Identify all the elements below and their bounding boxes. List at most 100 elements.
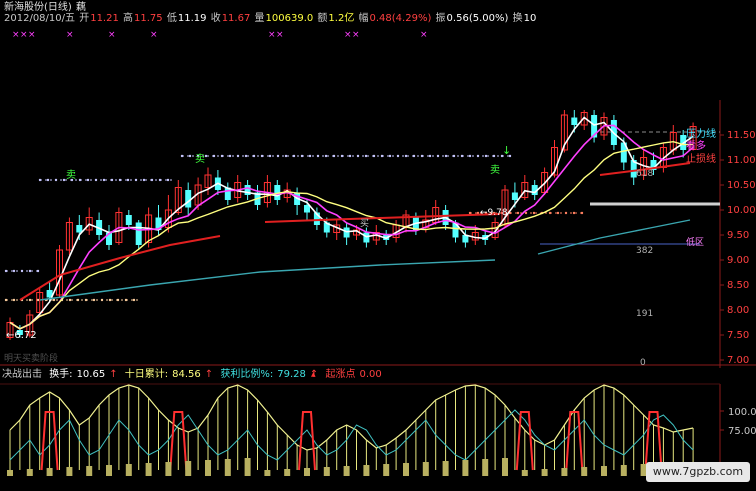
level-line-top-dot: [212, 154, 216, 158]
level-line-a-dot: [20, 269, 24, 273]
level-line-a-dot: [36, 269, 40, 273]
fib-191-label: 191: [636, 309, 653, 319]
indicator-bar: 决战出击 换手: 10.65 ↑ 十日累计: 84.56 ↑ 获利比例%: 79.28 ↑ …: [2, 369, 386, 381]
date-label: 2012/08/10/五: [4, 13, 76, 24]
level-line-b-dot: [102, 178, 106, 182]
level-line-mid-dot: [580, 211, 584, 215]
volume-bar: [422, 462, 429, 476]
profit-label: 获利比例%:: [220, 369, 274, 380]
signal-marker: ×: [352, 30, 360, 40]
level-line-b-dot: [94, 178, 98, 182]
volume-bar: [46, 468, 53, 476]
watermark: www.7gpzb.com: [646, 462, 750, 482]
level-line-b-dot: [78, 178, 82, 182]
level-line-low-dot: [84, 298, 88, 302]
level-line-top-dot: [388, 154, 392, 158]
level-line-top-dot: [252, 154, 256, 158]
volume-bar: [521, 470, 528, 476]
price-tick-label: 10.50: [727, 180, 756, 191]
level-line-top-dot: [468, 154, 472, 158]
signal-marker: ×: [268, 30, 276, 40]
level-line-top-dot: [308, 154, 312, 158]
ma-yellow-line: [9, 140, 694, 330]
signal-marker: ×: [420, 30, 428, 40]
high-label: 高: [123, 13, 134, 24]
turnover-label: 换: [512, 13, 523, 24]
level-line-top-dot: [436, 154, 440, 158]
volume-label: 量: [254, 13, 265, 24]
up-arrow-icon: ↑: [204, 369, 214, 380]
volume-value: 100639.0: [265, 13, 314, 24]
candle-body-down: [185, 190, 192, 208]
level-line-top-dot: [372, 154, 376, 158]
support-line-label: 止损线: [686, 152, 716, 165]
fib-382-label: 382: [636, 246, 653, 256]
stock-tag: 藕: [76, 2, 86, 13]
down-arrow-icon: ↓: [502, 144, 511, 157]
level-line-mid-dot: [468, 211, 472, 215]
ten-day-value: 84.56: [172, 369, 201, 380]
volume-bar: [620, 465, 627, 476]
open-label: 开: [79, 13, 90, 24]
level-line-low-dot: [132, 298, 136, 302]
volume-bar: [66, 467, 73, 476]
level-line-low-dot: [68, 298, 72, 302]
faded-label: 明天买卖阶段: [4, 352, 58, 364]
level-line-top-dot: [260, 154, 264, 158]
level-line-top-dot: [484, 154, 488, 158]
volume-bar: [403, 463, 409, 476]
signal-marker: ×: [108, 30, 116, 40]
chart-canvas[interactable]: 11.50 11.00 10.50 10.00 9.50 9.00 8.50 8.00 7.50…: [0, 0, 756, 487]
stock-chart-window: 11.50 11.00 10.50 10.00 9.50 9.00 8.50 8.00 7.50…: [0, 0, 756, 487]
volume-bar: [363, 465, 370, 476]
rally-label: 起涨点: [325, 369, 356, 380]
price-tick-label: 8.50: [727, 280, 749, 291]
level-line-b-dot: [38, 178, 42, 182]
level-line-b-dot: [126, 178, 130, 182]
volume-bar: [264, 470, 271, 476]
level-line-mid-dot: [572, 211, 576, 215]
level-line-top-dot: [340, 154, 344, 158]
volume-bar: [224, 459, 231, 476]
level-line-top-dot: [420, 154, 424, 158]
signal-marker: ×: [150, 30, 158, 40]
level-line-low-dot: [76, 298, 80, 302]
indicator-name[interactable]: 决战出击: [2, 369, 42, 380]
volume-bar: [26, 469, 33, 476]
level-line-top-dot: [444, 154, 448, 158]
mid-price-marker: ←9.78: [480, 208, 508, 218]
level-line-b-dot: [110, 178, 114, 182]
ma-teal-line: [39, 259, 496, 301]
level-line-top-dot: [300, 154, 304, 158]
up-arrow-icon: ↑: [309, 369, 319, 380]
price-tick-label: 8.00: [727, 305, 749, 316]
level-line-top-dot: [180, 154, 184, 158]
price-tick-label: 7.50: [727, 330, 749, 341]
level-line-top-dot: [244, 154, 248, 158]
bull-line-label: 看多: [686, 139, 706, 152]
level-line-top-dot: [492, 154, 496, 158]
sell-signal: 卖: [490, 164, 500, 176]
up-arrow-icon: ↑: [109, 369, 118, 380]
signal-marker: ×: [20, 30, 28, 40]
level-line-b-dot: [86, 178, 90, 182]
level-line-top-dot: [452, 154, 456, 158]
level-line-low-dot: [12, 298, 16, 302]
low-label: 低: [166, 13, 177, 24]
level-line-top-dot: [476, 154, 480, 158]
signal-marker: ×: [28, 30, 36, 40]
level-line-top-dot: [428, 154, 432, 158]
level-line-top-dot: [316, 154, 320, 158]
amplitude-label: 振: [435, 13, 446, 24]
level-line-top-dot: [404, 154, 408, 158]
level-line-top-dot: [292, 154, 296, 158]
volume-bar: [482, 459, 489, 476]
level-line-low-dot: [4, 298, 8, 302]
level-line-b-dot: [134, 178, 138, 182]
level-line-top-dot: [324, 154, 328, 158]
low-value: 11.19: [177, 13, 207, 24]
ma-white-line: [9, 116, 694, 330]
turnover-ind-label: 换手:: [49, 369, 73, 380]
level-line-b-dot: [46, 178, 50, 182]
volume-bar: [581, 467, 588, 476]
